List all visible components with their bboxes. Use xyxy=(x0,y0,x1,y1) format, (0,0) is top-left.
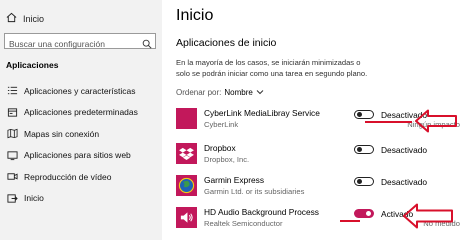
toggle-knob xyxy=(357,147,362,152)
video-icon xyxy=(6,171,18,183)
garmin-globe-icon xyxy=(176,175,197,196)
default-apps-icon xyxy=(6,106,18,118)
startup-toggle[interactable] xyxy=(354,177,374,186)
startup-icon xyxy=(6,192,18,204)
toggle-state-label: Desactivado xyxy=(381,177,428,187)
search-box[interactable] xyxy=(4,33,156,51)
startup-toggle[interactable] xyxy=(354,110,374,119)
sort-value[interactable]: Nombre xyxy=(224,88,252,97)
toggle-knob xyxy=(357,179,362,184)
sidebar-item-startup[interactable]: Inicio xyxy=(0,188,162,210)
sidebar-item-label: Reproducción de vídeo xyxy=(24,171,112,182)
chevron-down-icon[interactable] xyxy=(256,88,264,97)
description-text: En la mayoría de los casos, se iniciarán… xyxy=(176,58,368,78)
app-publisher: Dropbox, Inc. xyxy=(204,155,250,164)
cyberlink-icon xyxy=(176,108,197,129)
app-publisher: Realtek Semiconductor xyxy=(204,219,283,228)
sidebar-item-apps-features[interactable]: Aplicaciones y características xyxy=(0,80,162,102)
sidebar-item-offline-maps[interactable]: Mapas sin conexión xyxy=(0,123,162,145)
annotation-arrow-icon xyxy=(415,109,457,133)
annotation-arrow-icon xyxy=(403,203,453,229)
page-title: Inicio xyxy=(176,7,214,24)
dropbox-icon xyxy=(176,143,197,164)
sidebar-home-link[interactable]: Inicio xyxy=(6,12,44,25)
sidebar-home-label: Inicio xyxy=(23,13,45,24)
app-name: HD Audio Background Process xyxy=(204,207,319,217)
annotation-underline xyxy=(340,220,360,222)
sidebar-item-video-playback[interactable]: Reproducción de vídeo xyxy=(0,166,162,188)
sidebar-item-label: Aplicaciones y características xyxy=(24,85,136,96)
startup-toggle[interactable] xyxy=(354,209,374,218)
sidebar-item-web-apps[interactable]: Aplicaciones para sitios web xyxy=(0,145,162,167)
annotation-underline xyxy=(365,121,412,123)
startup-app-row: Garmin Express Garmin Ltd. or its subsid… xyxy=(176,175,460,199)
sidebar-nav: Aplicaciones y características Aplicacio… xyxy=(0,80,162,209)
sidebar-item-label: Aplicaciones para sitios web xyxy=(24,150,131,161)
sidebar-item-default-apps[interactable]: Aplicaciones predeterminadas xyxy=(0,102,162,124)
app-name: CyberLink MediaLibray Service xyxy=(204,108,320,118)
sidebar-item-label: Mapas sin conexión xyxy=(24,128,100,139)
list-icon xyxy=(6,85,18,97)
app-publisher: Garmin Ltd. or its subsidiaries xyxy=(204,187,305,196)
map-icon xyxy=(6,128,18,140)
search-icon[interactable] xyxy=(142,36,152,54)
sort-label: Ordenar por: xyxy=(176,88,222,97)
app-name: Garmin Express xyxy=(204,175,265,185)
home-icon xyxy=(6,12,17,25)
startup-app-row: Dropbox Dropbox, Inc. Desactivado xyxy=(176,143,460,167)
sidebar-item-label: Inicio xyxy=(24,193,44,204)
section-subtitle: Aplicaciones de inicio xyxy=(176,37,277,49)
toggle-state-label: Desactivado xyxy=(381,145,428,155)
app-publisher: CyberLink xyxy=(204,120,239,129)
speaker-icon xyxy=(176,207,197,228)
toggle-knob xyxy=(357,112,362,117)
main-panel: Inicio Aplicaciones de inicio En la mayo… xyxy=(162,0,460,240)
sidebar-section-title: Aplicaciones xyxy=(6,60,59,70)
sidebar-item-label: Aplicaciones predeterminadas xyxy=(24,107,138,118)
sort-control[interactable]: Ordenar por: Nombre xyxy=(176,88,264,97)
sidebar: Inicio Aplicaciones Aplicaciones y carac… xyxy=(0,0,162,240)
search-input[interactable] xyxy=(5,37,137,51)
toggle-knob xyxy=(366,211,371,216)
startup-toggle[interactable] xyxy=(354,145,374,154)
app-name: Dropbox xyxy=(204,143,236,153)
web-apps-icon xyxy=(6,149,18,161)
